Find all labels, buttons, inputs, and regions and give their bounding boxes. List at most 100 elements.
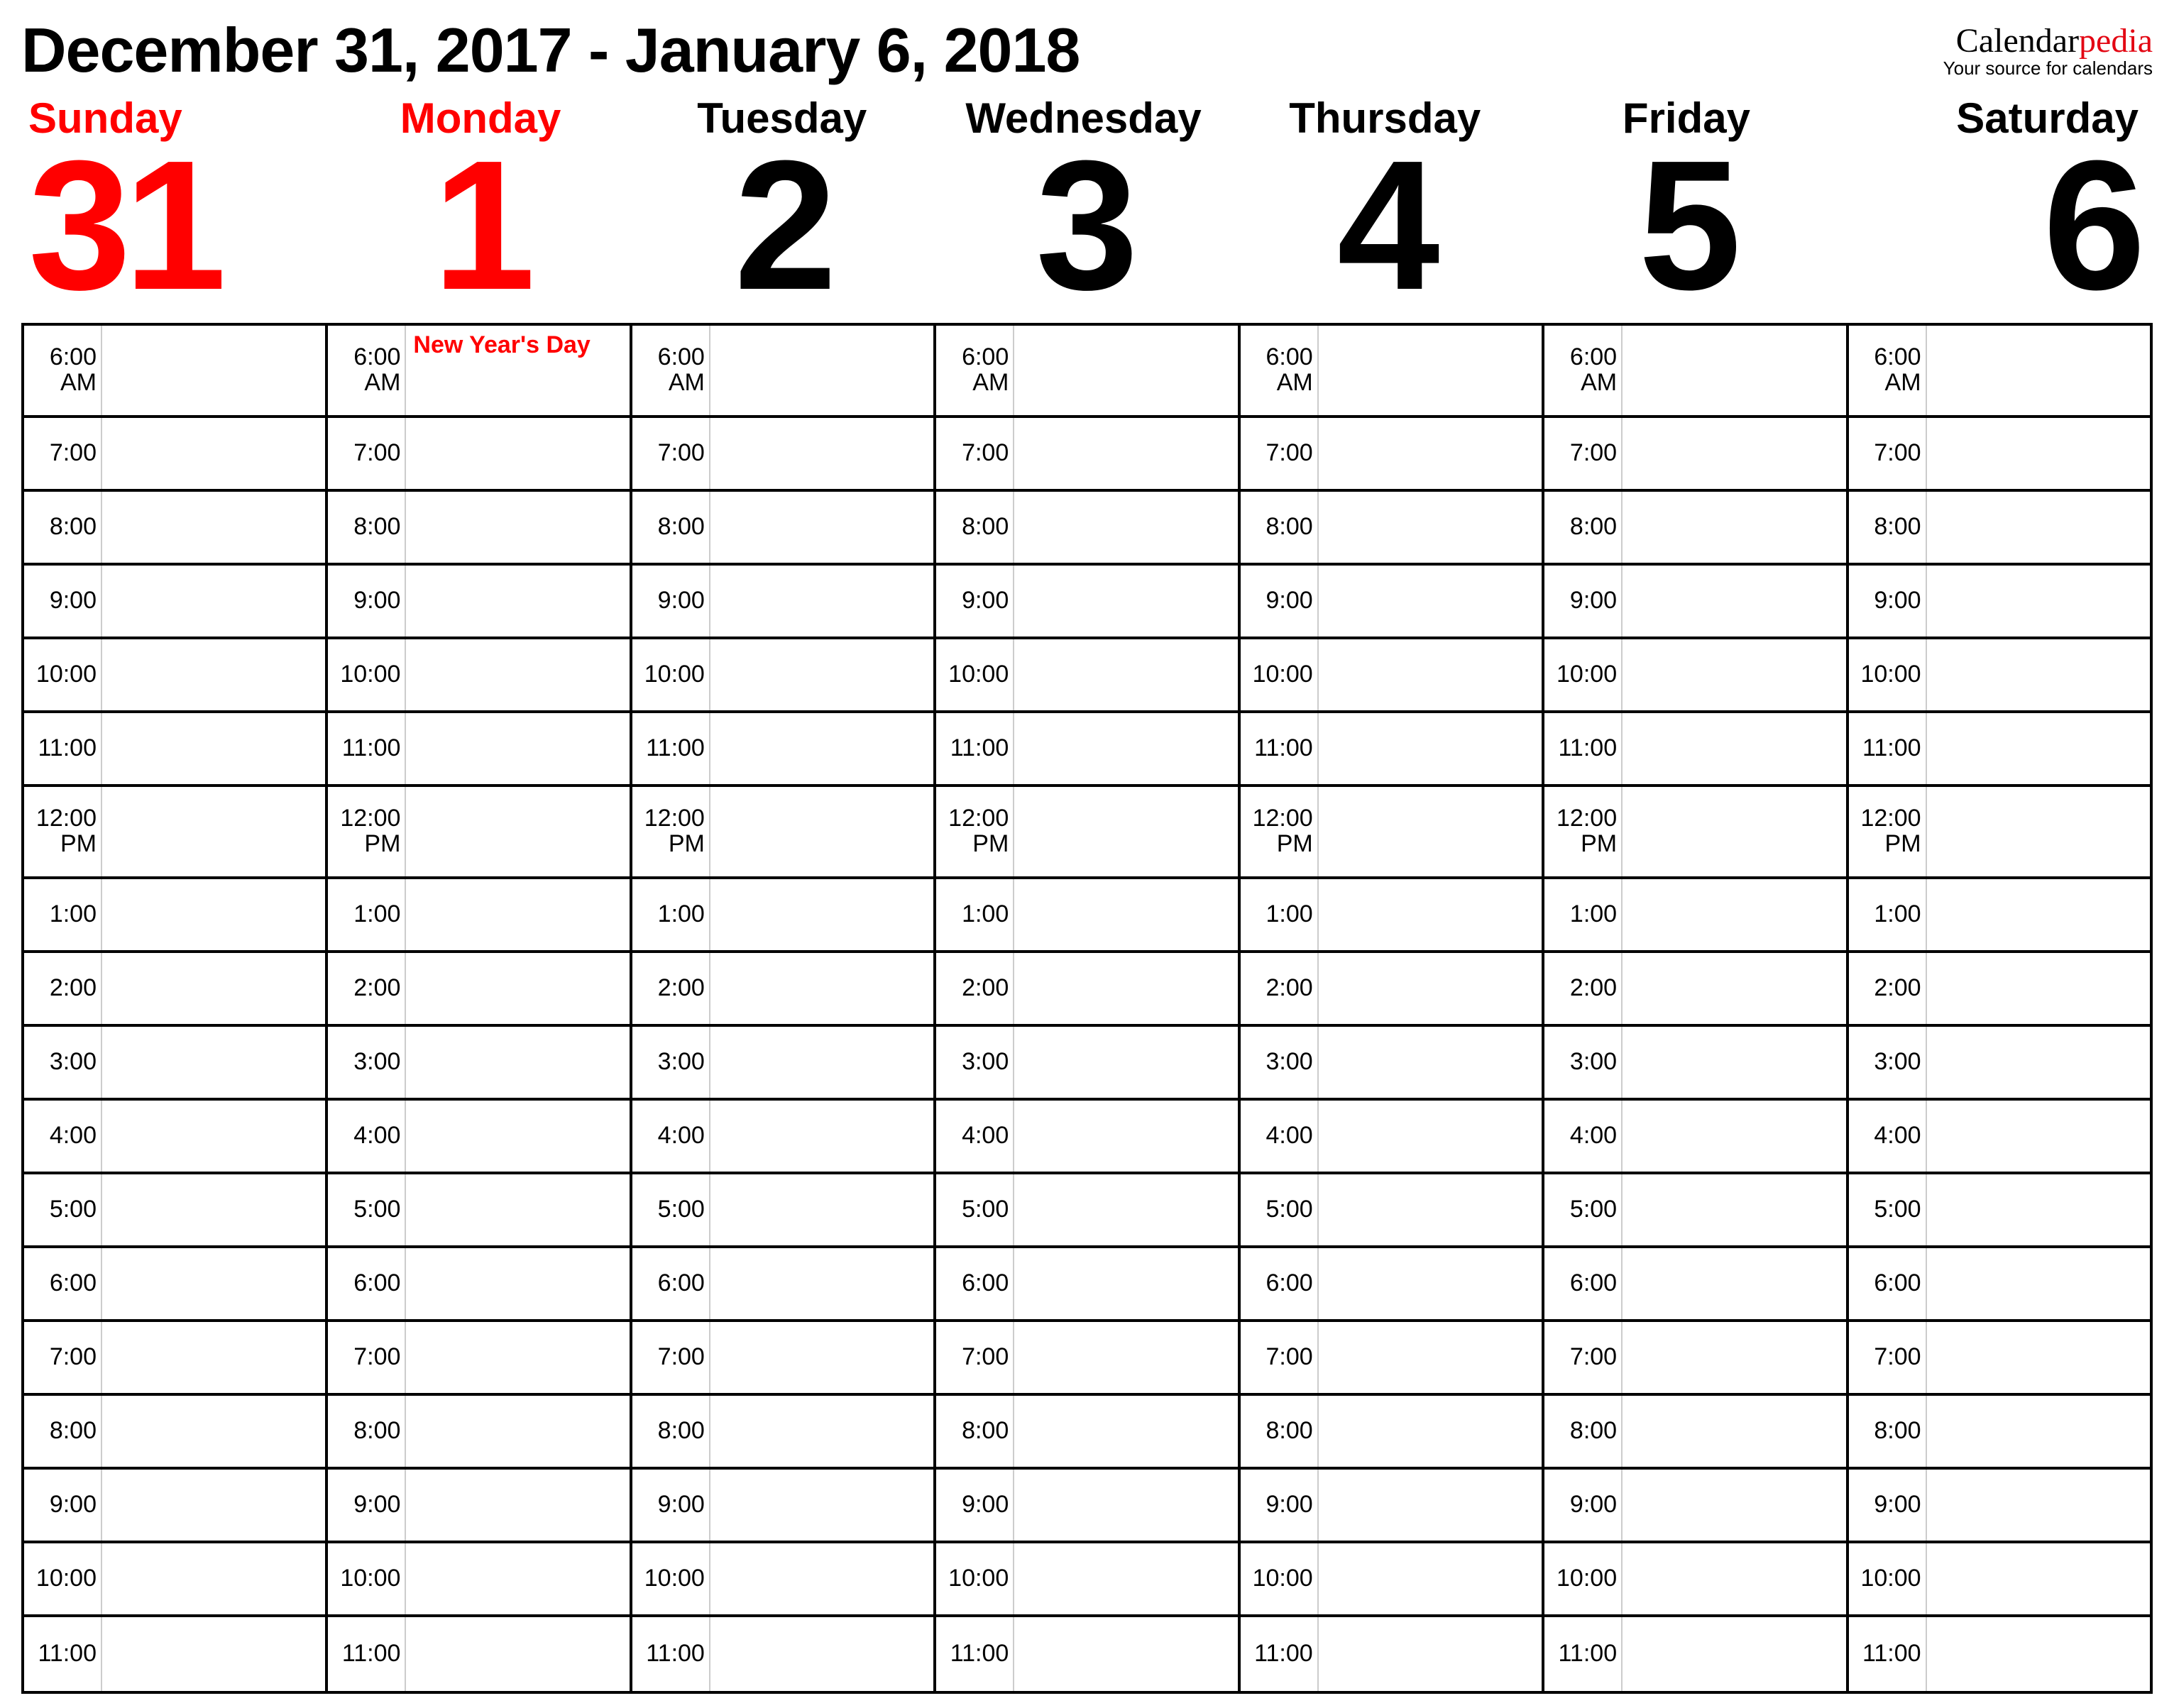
schedule-cell: 5:00	[1544, 1174, 1848, 1245]
time-label: 4:00	[328, 1101, 406, 1172]
time-label: 9:00	[632, 1470, 710, 1541]
time-label: 2:00	[1241, 953, 1319, 1024]
time-label: 11:00	[24, 713, 102, 784]
time-label: 9:00	[936, 566, 1014, 637]
event-slot	[406, 639, 629, 710]
time-label: 7:00	[1544, 1322, 1623, 1393]
event-slot	[1927, 418, 2150, 489]
day-header: Tuesday2	[631, 94, 933, 309]
time-label: 10:00	[1849, 1543, 1927, 1614]
time-label: 6:00	[632, 1248, 710, 1319]
brand-part-b: pedia	[2079, 22, 2153, 60]
event-slot	[102, 1396, 325, 1467]
event-slot	[1927, 1027, 2150, 1098]
brand-tagline: Your source for calendars	[1943, 57, 2153, 79]
time-label: 7:00	[632, 418, 710, 489]
schedule-cell: 9:00	[1849, 1470, 2150, 1541]
event-slot	[710, 713, 933, 784]
time-label: 3:00	[1544, 1027, 1623, 1098]
event-slot	[1927, 953, 2150, 1024]
time-label: 4:00	[1544, 1101, 1623, 1172]
event-slot	[1014, 1101, 1237, 1172]
time-label: 6:00AM	[632, 326, 710, 415]
time-label: 7:00	[936, 418, 1014, 489]
schedule-cell: 6:00AM	[632, 326, 936, 415]
schedule-cell: 9:00	[632, 566, 936, 637]
time-label: 9:00	[1849, 1470, 1927, 1541]
schedule-cell: 8:00	[632, 492, 936, 563]
time-label: 6:00	[328, 1248, 406, 1319]
event-slot	[1623, 879, 1845, 950]
schedule-cell: 8:00	[328, 1396, 632, 1467]
day-headers: Sunday31Monday1Tuesday2Wednesday3Thursda…	[21, 94, 2153, 309]
schedule-grid: 6:00AM6:00AMNew Year's Day6:00AM6:00AM6:…	[21, 323, 2153, 1694]
event-slot	[102, 1101, 325, 1172]
time-label: 10:00	[24, 1543, 102, 1614]
schedule-cell: 1:00	[1849, 879, 2150, 950]
event-slot	[102, 879, 325, 950]
day-header: Wednesday3	[933, 94, 1234, 309]
event-slot	[1014, 1248, 1237, 1319]
schedule-cell: 10:00	[24, 1543, 328, 1614]
schedule-cell: 8:00	[24, 1396, 328, 1467]
time-label: 12:00PM	[24, 787, 102, 876]
day-header: Friday5	[1536, 94, 1838, 309]
event-slot	[1927, 1396, 2150, 1467]
schedule-cell: 6:00	[24, 1248, 328, 1319]
time-label: 11:00	[936, 713, 1014, 784]
schedule-cell: 4:00	[328, 1101, 632, 1172]
event-slot	[1623, 1322, 1845, 1393]
schedule-cell: 7:00	[24, 1322, 328, 1393]
schedule-cell: 9:00	[328, 566, 632, 637]
event-slot	[1623, 713, 1845, 784]
schedule-cell: 6:00AM	[1849, 326, 2150, 415]
time-row: 2:002:002:002:002:002:002:00	[24, 953, 2150, 1027]
event-slot	[406, 418, 629, 489]
time-label: 8:00	[24, 492, 102, 563]
schedule-cell: 12:00PM	[1849, 787, 2150, 876]
event-slot	[1319, 1396, 1542, 1467]
event-slot	[1927, 1174, 2150, 1245]
time-label: 8:00	[632, 492, 710, 563]
schedule-cell: 9:00	[24, 1470, 328, 1541]
event-slot	[1623, 1248, 1845, 1319]
time-label: 4:00	[632, 1101, 710, 1172]
schedule-cell: 10:00	[24, 639, 328, 710]
time-label: 9:00	[328, 1470, 406, 1541]
schedule-cell: 11:00	[24, 713, 328, 784]
time-label: 2:00	[632, 953, 710, 1024]
event-slot	[1014, 639, 1237, 710]
time-label: 9:00	[1544, 1470, 1623, 1541]
event-slot	[710, 1470, 933, 1541]
time-label: 10:00	[1241, 1543, 1319, 1614]
schedule-cell: 8:00	[1241, 1396, 1544, 1467]
time-label: 10:00	[936, 639, 1014, 710]
event-slot	[1319, 953, 1542, 1024]
schedule-cell: 4:00	[632, 1101, 936, 1172]
event-slot	[1319, 1322, 1542, 1393]
time-label: 6:00AM	[328, 326, 406, 415]
time-label: 1:00	[632, 879, 710, 950]
event-slot	[710, 1101, 933, 1172]
time-label: 5:00	[328, 1174, 406, 1245]
time-label: 10:00	[1544, 639, 1623, 710]
schedule-cell: 8:00	[632, 1396, 936, 1467]
time-label: 2:00	[328, 953, 406, 1024]
time-label: 7:00	[936, 1322, 1014, 1393]
schedule-cell: 11:00	[1544, 713, 1848, 784]
event-slot	[710, 566, 933, 637]
schedule-cell: 2:00	[1544, 953, 1848, 1024]
time-label: 9:00	[24, 566, 102, 637]
schedule-cell: 8:00	[1544, 492, 1848, 563]
time-label: 9:00	[1241, 566, 1319, 637]
event-slot	[1014, 1322, 1237, 1393]
schedule-cell: 4:00	[1241, 1101, 1544, 1172]
day-number: 3	[933, 143, 1234, 309]
time-label: 9:00	[24, 1470, 102, 1541]
schedule-cell: 10:00	[1849, 1543, 2150, 1614]
event-slot	[1319, 566, 1542, 637]
schedule-cell: 9:00	[328, 1470, 632, 1541]
event-slot	[710, 326, 933, 415]
time-row: 12:00PM12:00PM12:00PM12:00PM12:00PM12:00…	[24, 787, 2150, 879]
time-label: 1:00	[936, 879, 1014, 950]
